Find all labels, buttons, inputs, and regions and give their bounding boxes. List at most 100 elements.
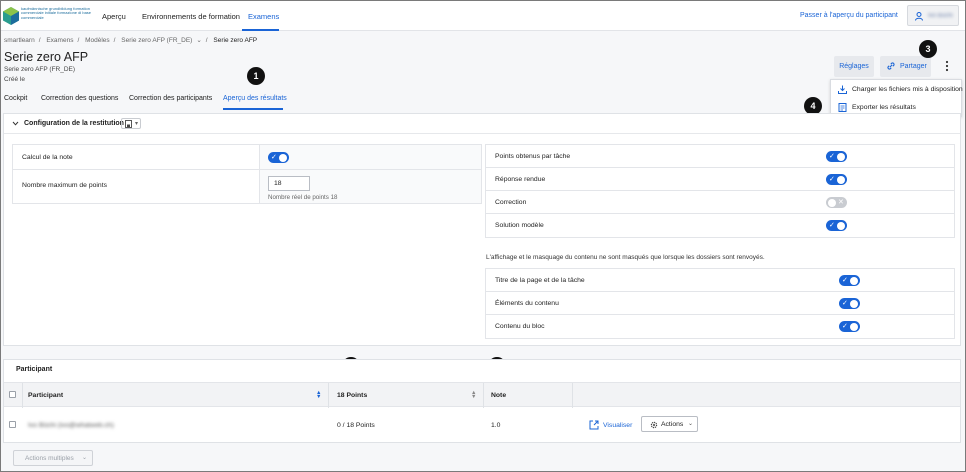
top-navigation: kaufmännische grundbildung formation com… xyxy=(1,1,965,31)
more-options-icon[interactable] xyxy=(945,60,949,72)
breadcrumb: smartlearn / Examens / Modèles / Serie zero… xyxy=(4,37,258,44)
chevron-down-icon: ⌄ xyxy=(688,421,694,427)
setting-label: Calcul de la note xyxy=(22,154,73,161)
option-row: Points obtenus par tâche ✓ xyxy=(486,145,954,168)
share-button[interactable]: Partager xyxy=(880,56,931,77)
menu-item-load-files[interactable]: Charger les fichiers mis à disposition xyxy=(831,81,963,99)
option-row: Réponse rendue ✓ xyxy=(486,168,954,191)
config-title: Configuration de la restitution xyxy=(24,120,124,127)
user-name: Ivo Büchi xyxy=(928,13,953,19)
chevron-down-icon[interactable]: ⌄ xyxy=(196,37,201,44)
breadcrumb-item[interactable]: Examens xyxy=(46,37,73,44)
option-label: Réponse rendue xyxy=(495,176,546,183)
setting-label: Nombre maximum de points xyxy=(22,182,107,189)
nav-item-apercu[interactable]: Aperçu xyxy=(102,12,126,21)
share-label: Partager xyxy=(900,63,927,70)
user-icon xyxy=(915,12,923,21)
option-label: Points obtenus par tâche xyxy=(495,153,571,160)
chevron-down-icon: ▾ xyxy=(135,121,139,127)
option-label: Éléments du contenu xyxy=(495,300,559,307)
callout-badge-1: 1 xyxy=(247,67,265,85)
link-icon xyxy=(887,62,895,70)
page-title: Serie zero AFP xyxy=(4,50,89,64)
nav-active-indicator xyxy=(242,29,279,31)
config-header[interactable]: Configuration de la restitution ▾ xyxy=(4,114,960,134)
block-content-toggle[interactable]: ✓ xyxy=(839,321,860,332)
points-per-task-toggle[interactable]: ✓ xyxy=(826,151,847,162)
chevron-down-icon: ⌄ xyxy=(82,455,88,461)
save-icon xyxy=(125,120,132,128)
breadcrumb-item[interactable]: smartlearn xyxy=(4,37,35,44)
export-file-icon xyxy=(838,103,847,112)
nav-item-examens[interactable]: Examens xyxy=(248,12,279,21)
breadcrumb-current: Serie zero AFP xyxy=(213,37,258,44)
participants-panel: Participant Participant ▲ ▼ 18 Points ▲ ▼ … xyxy=(3,359,961,443)
tab-active-indicator xyxy=(223,108,283,110)
tab-cockpit[interactable]: Cockpit xyxy=(4,95,27,102)
option-row: Correction ✕ xyxy=(486,191,954,214)
tab-participant-correction[interactable]: Correction des participants xyxy=(129,95,212,102)
max-points-input[interactable]: 18 xyxy=(268,176,310,191)
content-elements-toggle[interactable]: ✓ xyxy=(839,298,860,309)
more-options-menu: Charger les fichiers mis à disposition E… xyxy=(830,79,963,117)
setting-row-grade-calc: Calcul de la note ✓ xyxy=(13,145,481,170)
participant-name: Ivo Büchi (ivo@whatweb.ch) xyxy=(28,422,114,429)
participant-grade: 1.0 xyxy=(491,422,501,429)
participant-points: 0 / 18 Points xyxy=(337,422,375,429)
breadcrumb-item[interactable]: Modèles xyxy=(85,37,110,44)
row-checkbox[interactable] xyxy=(9,421,16,428)
sort-icon[interactable]: ▲ ▼ xyxy=(316,390,321,400)
config-save-dropdown[interactable]: ▾ xyxy=(121,118,141,129)
participants-title: Participant xyxy=(16,366,53,373)
bulk-actions-button[interactable]: Actions multiples ⌄ xyxy=(13,450,93,466)
feedback-config-panel: Configuration de la restitution ▾ Calcul… xyxy=(3,113,961,346)
column-header-points[interactable]: 18 Points xyxy=(337,392,367,399)
setting-row-max-points: Nombre maximum de points 18 Nombre réel … xyxy=(13,170,481,203)
app-window: kaufmännische grundbildung formation com… xyxy=(1,1,965,471)
created-label: Créé le xyxy=(4,76,25,83)
option-label: Contenu du bloc xyxy=(495,323,545,330)
menu-item-label: Charger les fichiers mis à disposition xyxy=(852,86,963,93)
table-header: Participant ▲ ▼ 18 Points ▲ ▼ Note xyxy=(4,382,960,408)
download-icon xyxy=(838,85,847,94)
bulk-actions-label: Actions multiples xyxy=(25,455,74,462)
chevron-down-icon[interactable] xyxy=(12,120,19,127)
option-label: Titre de la page et de la tâche xyxy=(495,277,585,284)
user-menu-button[interactable]: Ivo Büchi xyxy=(907,5,959,26)
option-label: Solution modèle xyxy=(495,222,544,229)
page-task-title-toggle[interactable]: ✓ xyxy=(839,275,860,286)
grade-calc-toggle[interactable]: ✓ xyxy=(268,152,289,163)
breadcrumb-item[interactable]: Serie zero AFP (FR_DE) xyxy=(121,37,192,44)
max-points-help: Nombre réel de points 18 xyxy=(268,194,338,201)
page-subtitle: Serie zero AFP (FR_DE) xyxy=(4,66,76,73)
option-row: Solution modèle ✓ xyxy=(486,214,954,237)
tab-results-overview[interactable]: Aperçu des résultats xyxy=(223,95,287,102)
visibility-note: L'affichage et le masquage du contenu ne… xyxy=(486,254,765,261)
correction-toggle[interactable]: ✕ xyxy=(826,197,847,208)
option-row: Titre de la page et de la tâche ✓ xyxy=(486,269,954,292)
option-row: Éléments du contenu ✓ xyxy=(486,292,954,315)
select-all-checkbox[interactable] xyxy=(9,391,16,398)
row-actions-button[interactable]: Actions ⌄ xyxy=(641,416,698,432)
display-options-table: Points obtenus par tâche ✓ Réponse rendu… xyxy=(485,144,955,238)
logo-text: kaufmännische grundbildung formation com… xyxy=(21,6,92,20)
settings-button[interactable]: Réglages xyxy=(834,56,874,77)
model-solution-toggle[interactable]: ✓ xyxy=(826,220,847,231)
open-external-icon xyxy=(589,420,599,430)
content-options-table: Titre de la page et de la tâche ✓ Élémen… xyxy=(485,268,955,339)
submitted-answer-toggle[interactable]: ✓ xyxy=(826,174,847,185)
sort-icon[interactable]: ▲ ▼ xyxy=(471,390,476,400)
tab-question-correction[interactable]: Correction des questions xyxy=(41,95,118,102)
callout-badge-3: 3 xyxy=(919,40,937,58)
logo-icon xyxy=(3,7,19,25)
option-row: Contenu du bloc ✓ xyxy=(486,315,954,338)
grade-settings-table: Calcul de la note ✓ Nombre maximum de po… xyxy=(12,144,482,204)
column-header-participant[interactable]: Participant xyxy=(28,392,63,399)
actions-label: Actions xyxy=(661,421,684,428)
gear-icon xyxy=(650,421,658,429)
column-header-grade[interactable]: Note xyxy=(491,392,506,399)
option-label: Correction xyxy=(495,199,527,206)
view-label: Visualiser xyxy=(603,422,633,429)
participant-preview-link[interactable]: Passer à l'aperçu du participant xyxy=(800,12,898,19)
nav-item-environnements[interactable]: Environnements de formation xyxy=(142,12,240,21)
